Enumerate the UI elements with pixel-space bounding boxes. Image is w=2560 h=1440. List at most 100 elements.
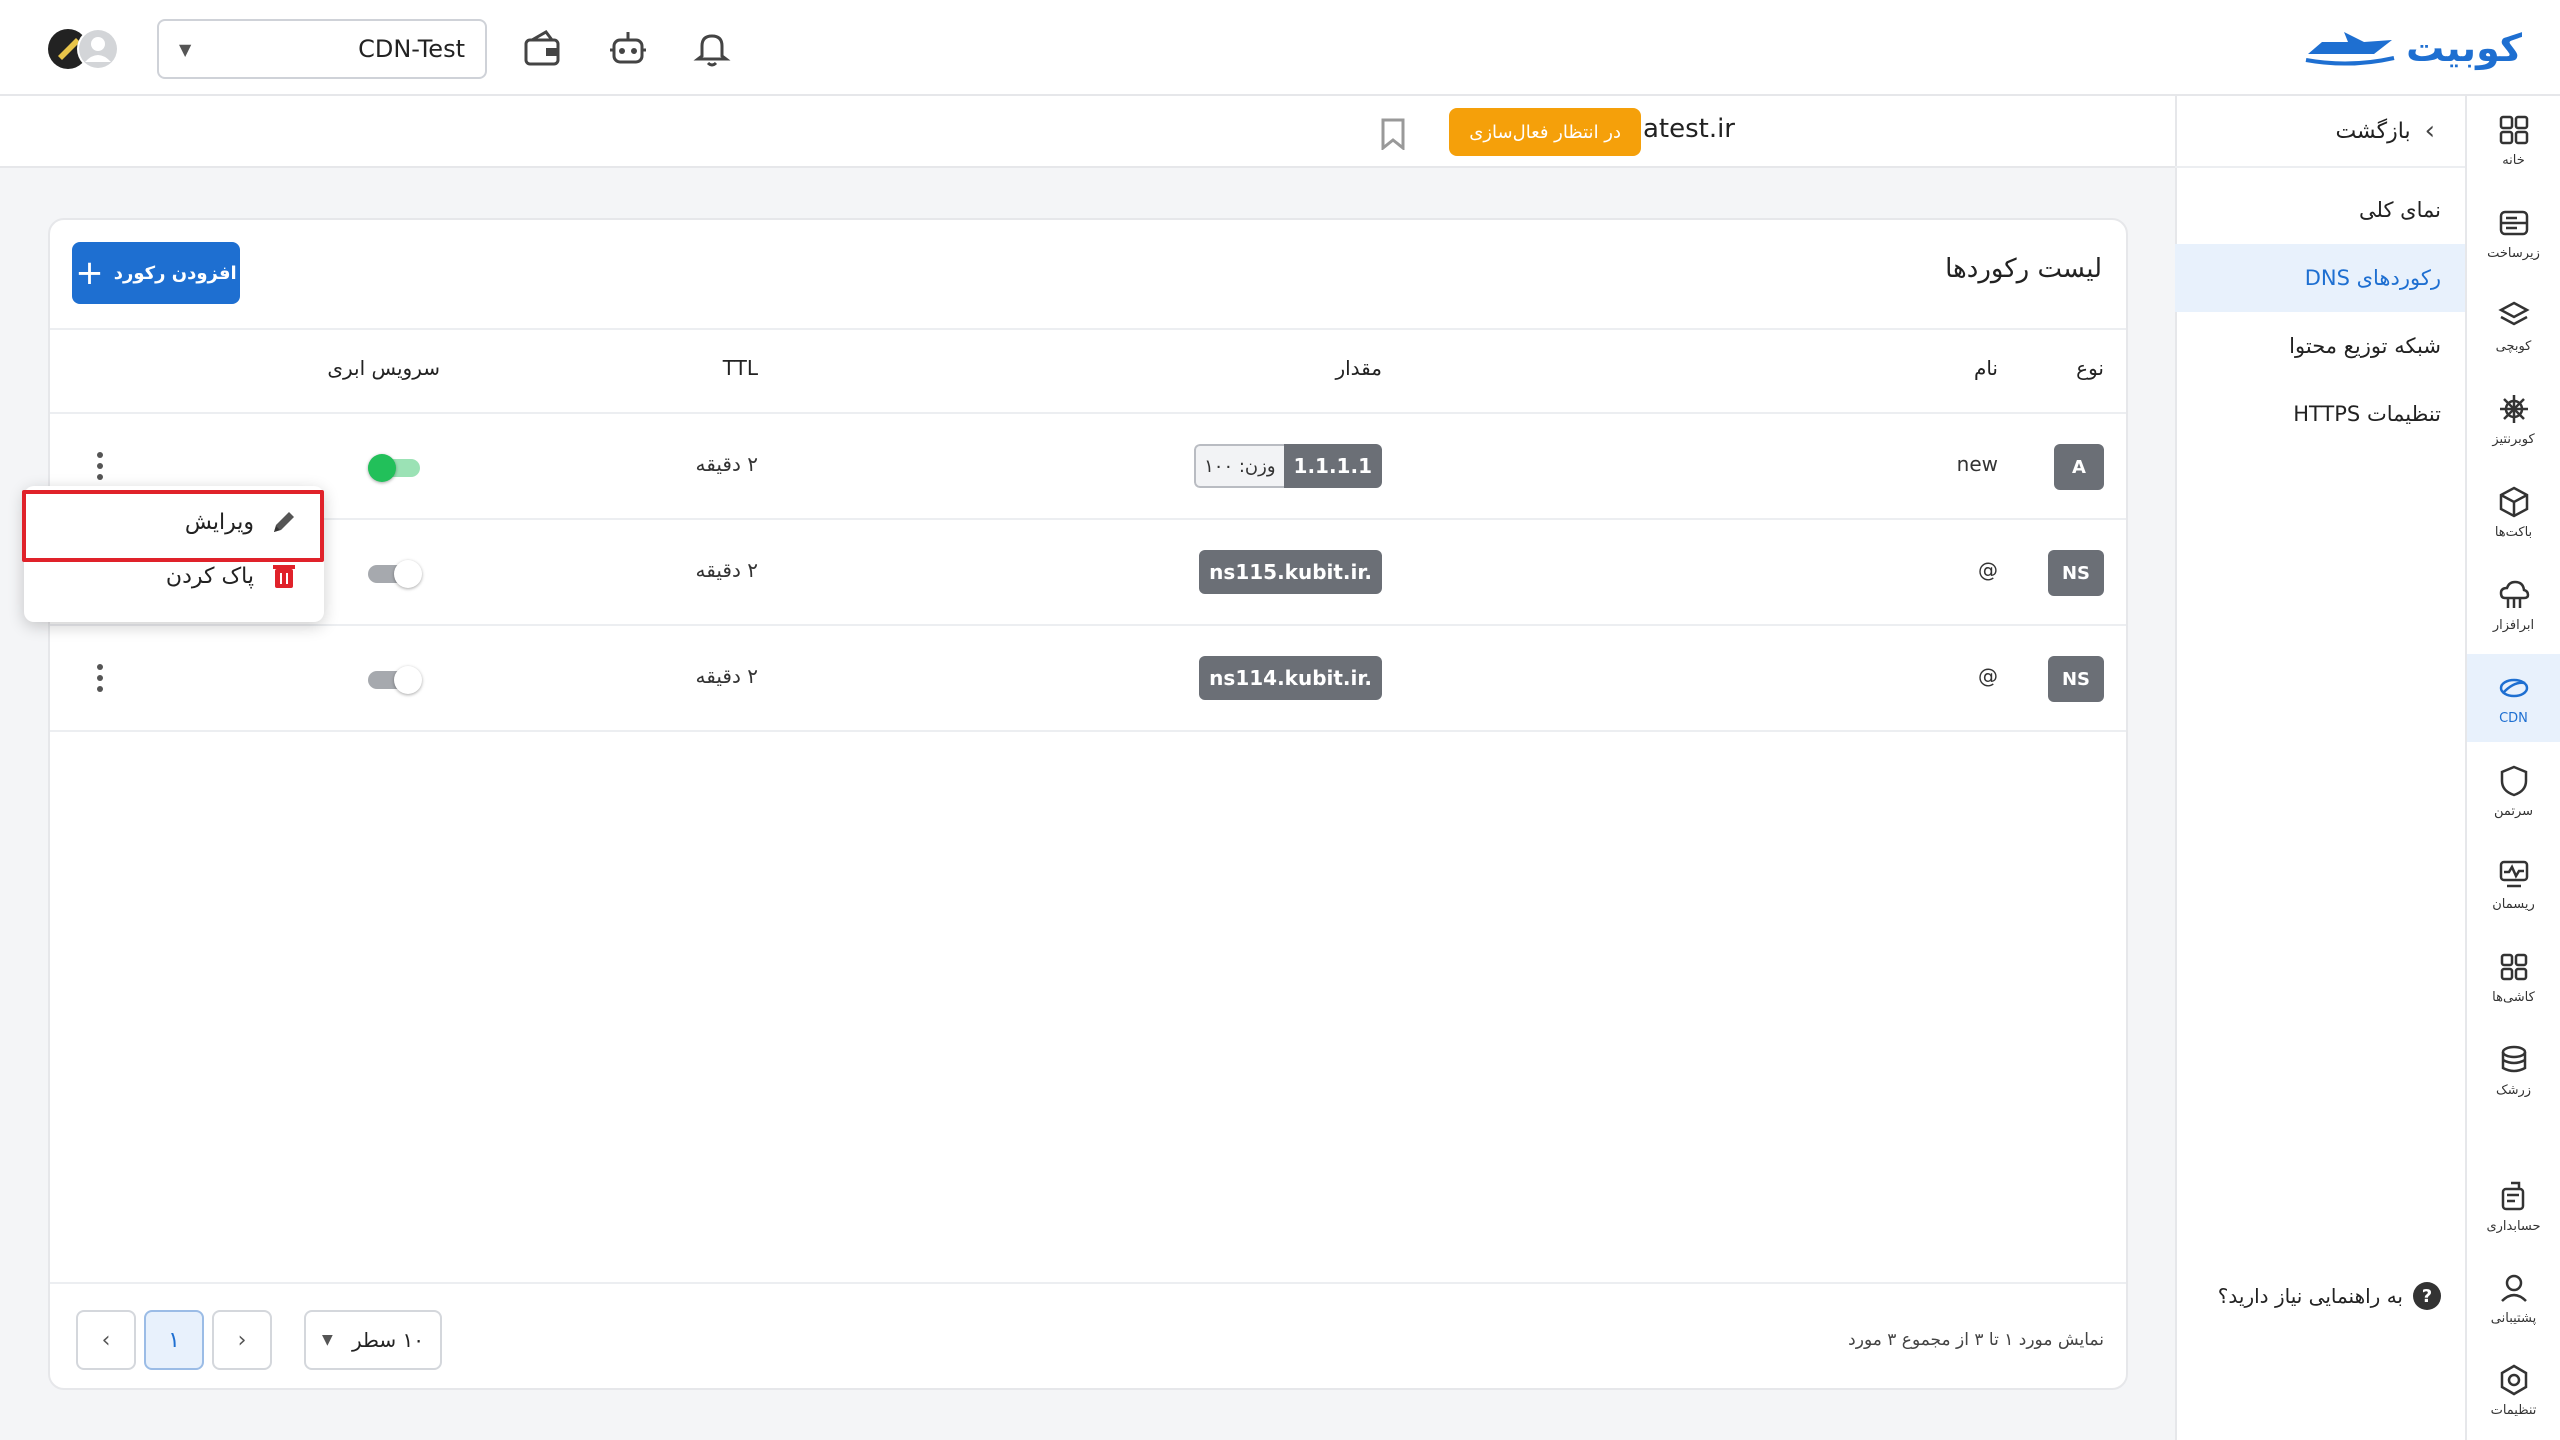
rows-per-page-value: ۱۰ سطر bbox=[351, 1328, 424, 1352]
record-value-text: ns114.kubit.ir. bbox=[1199, 656, 1382, 700]
chevron-left-icon: ‹ bbox=[101, 1327, 111, 1353]
record-type-badge: A bbox=[2054, 444, 2104, 490]
record-value-text: 1.1.1.1 bbox=[1283, 444, 1382, 488]
rail-label: ریسمان bbox=[2492, 896, 2535, 912]
cloud-service-toggle[interactable] bbox=[368, 560, 422, 588]
stack-icon bbox=[2501, 1045, 2526, 1072]
column-header-value: مقدار bbox=[1335, 356, 1382, 380]
section-sidebar: › بازگشت نمای کلی رکوردهای DNS شبکه توزی… bbox=[2175, 96, 2465, 1440]
rows-per-page-select[interactable]: ۱۰ سطر ▼ bbox=[304, 1310, 442, 1370]
trash-icon bbox=[273, 565, 295, 588]
layers-icon bbox=[2497, 301, 2530, 325]
column-header-name: نام bbox=[1973, 356, 1998, 380]
back-link[interactable]: › بازگشت bbox=[2175, 96, 2465, 168]
rail-label: خانه bbox=[2502, 152, 2525, 168]
box-icon bbox=[2499, 486, 2528, 517]
rail-item-risman[interactable]: ریسمان bbox=[2467, 840, 2560, 928]
question-icon: ? bbox=[2413, 1282, 2441, 1310]
bookmark-icon[interactable] bbox=[1379, 118, 1407, 150]
pagination-next-button[interactable]: ‹ bbox=[76, 1310, 136, 1370]
cloud-service-toggle[interactable] bbox=[368, 666, 422, 694]
subnav-item-dns-records[interactable]: رکوردهای DNS bbox=[2175, 244, 2465, 312]
card-title: لیست رکوردها bbox=[1945, 254, 2102, 284]
status-badge: در انتظار فعال‌سازی bbox=[1449, 108, 1641, 156]
rail-item-support[interactable]: پشتیبانی bbox=[2467, 1254, 2560, 1342]
back-label: بازگشت bbox=[2335, 118, 2411, 144]
domain-header: atest.ir در انتظار فعال‌سازی bbox=[0, 96, 2175, 168]
pagination-prev-button[interactable]: › bbox=[212, 1310, 272, 1370]
rail-label: باکت‌ها bbox=[2494, 524, 2533, 540]
rail-item-settings[interactable]: تنظیمات bbox=[2467, 1346, 2560, 1434]
plus-icon: + bbox=[75, 253, 104, 293]
help-link[interactable]: ? به راهنمایی نیاز دارید؟ bbox=[2218, 1282, 2441, 1310]
rail-label: کوبرنتیز bbox=[2492, 431, 2535, 447]
column-header-ttl: TTL bbox=[722, 356, 758, 380]
pagination-page-button[interactable]: ۱ bbox=[144, 1310, 204, 1370]
record-type-badge: NS bbox=[2047, 656, 2104, 702]
more-actions-icon[interactable] bbox=[92, 660, 108, 696]
subnav-item-overview[interactable]: نمای کلی bbox=[2175, 176, 2465, 244]
rail-label: تنظیمات bbox=[2490, 1402, 2537, 1418]
record-value-text: ns115.kubit.ir. bbox=[1199, 550, 1382, 594]
rail-label: پشتیبانی bbox=[2490, 1310, 2537, 1326]
record-value: ns115.kubit.ir. bbox=[1199, 550, 1382, 594]
domain-name: atest.ir bbox=[1642, 114, 1735, 144]
rail-label: کاشی‌ها bbox=[2492, 989, 2535, 1005]
monitor-icon bbox=[2499, 860, 2528, 887]
subnav-item-cdn[interactable]: شبکه توزیع محتوا bbox=[2175, 312, 2465, 380]
bell-icon[interactable] bbox=[690, 26, 734, 70]
column-header-type: نوع bbox=[2076, 356, 2104, 380]
rail-item-buckets[interactable]: باکت‌ها bbox=[2467, 468, 2560, 556]
grid-icon bbox=[2500, 953, 2527, 980]
wallet-icon[interactable] bbox=[520, 26, 564, 70]
rail-item-home[interactable]: خانه bbox=[2467, 96, 2560, 184]
rail-item-accounting[interactable]: حسابداری bbox=[2467, 1162, 2560, 1250]
record-name: @ bbox=[1978, 664, 1998, 688]
brand-logo[interactable]: کوبیت bbox=[2304, 26, 2522, 70]
table-row: NS @ ns114.kubit.ir. ۲ دقیقه bbox=[50, 626, 2126, 732]
add-record-button[interactable]: افزودن رکورد + bbox=[72, 242, 240, 304]
rail-item-sartaman[interactable]: سرتمن bbox=[2467, 747, 2560, 835]
chevron-right-icon: › bbox=[237, 1327, 247, 1353]
record-ttl: ۲ دقیقه bbox=[695, 664, 758, 688]
record-type-badge: NS bbox=[2047, 550, 2104, 596]
rail-label: زرشک bbox=[2495, 1082, 2532, 1098]
rail-label: CDN bbox=[2499, 710, 2528, 726]
chevron-down-icon: ▼ bbox=[179, 39, 192, 59]
rail-item-zereshk[interactable]: زرشک bbox=[2467, 1026, 2560, 1114]
records-card: لیست رکوردها افزودن رکورد + نوع نام مقدا… bbox=[48, 218, 2128, 1390]
robot-icon[interactable] bbox=[606, 26, 650, 70]
helm-icon bbox=[2499, 394, 2528, 423]
rail-label: کوبچی bbox=[2495, 338, 2532, 354]
rail-item-infrastructure[interactable]: زیرساخت bbox=[2467, 189, 2560, 277]
project-select[interactable]: ▼ CDN-Test bbox=[157, 19, 487, 79]
ship-logo-icon bbox=[2305, 32, 2395, 66]
more-actions-icon[interactable] bbox=[92, 448, 108, 484]
cdn-icon bbox=[2499, 678, 2528, 697]
home-icon bbox=[2499, 115, 2528, 144]
rail-item-cloud-apps[interactable]: ابرافزار bbox=[2467, 561, 2560, 649]
record-value: ns114.kubit.ir. bbox=[1199, 656, 1382, 700]
menu-item-label: پاک کردن bbox=[165, 563, 254, 589]
rail-item-kubchi[interactable]: کوبچی bbox=[2467, 282, 2560, 370]
cloud-app-icon bbox=[2499, 580, 2529, 608]
column-header-cloud: سرویس ابری bbox=[327, 356, 440, 380]
record-weight: وزن: ۱۰۰ bbox=[1194, 444, 1284, 488]
record-name: @ bbox=[1978, 558, 1998, 582]
avatar[interactable] bbox=[48, 26, 120, 72]
rail-item-tiles[interactable]: کاشی‌ها bbox=[2467, 933, 2560, 1021]
brand-name: کوبیت bbox=[2406, 26, 2522, 70]
rail-label: زیرساخت bbox=[2487, 245, 2540, 261]
rail-item-cdn[interactable]: CDN bbox=[2467, 654, 2560, 742]
rail-label: ابرافزار bbox=[2492, 617, 2535, 633]
project-select-value: CDN-Test bbox=[358, 35, 465, 63]
record-ttl: ۲ دقیقه bbox=[695, 452, 758, 476]
support-icon bbox=[2500, 1274, 2527, 1302]
subnav-item-https[interactable]: تنظیمات HTTPS bbox=[2175, 380, 2465, 448]
chevron-right-icon: › bbox=[2424, 116, 2435, 146]
top-bar: کوبیت ▼ CDN-Test bbox=[0, 0, 2560, 96]
main-sidebar: خانه زیرساخت کوبچی کوبرنتیز باکت‌ها ابرا… bbox=[2465, 96, 2560, 1440]
rail-item-kubernetes[interactable]: کوبرنتیز bbox=[2467, 375, 2560, 463]
table-row: A new وزن: ۱۰۰ 1.1.1.1 ۲ دقیقه bbox=[50, 414, 2126, 520]
cloud-service-toggle[interactable] bbox=[368, 454, 420, 482]
